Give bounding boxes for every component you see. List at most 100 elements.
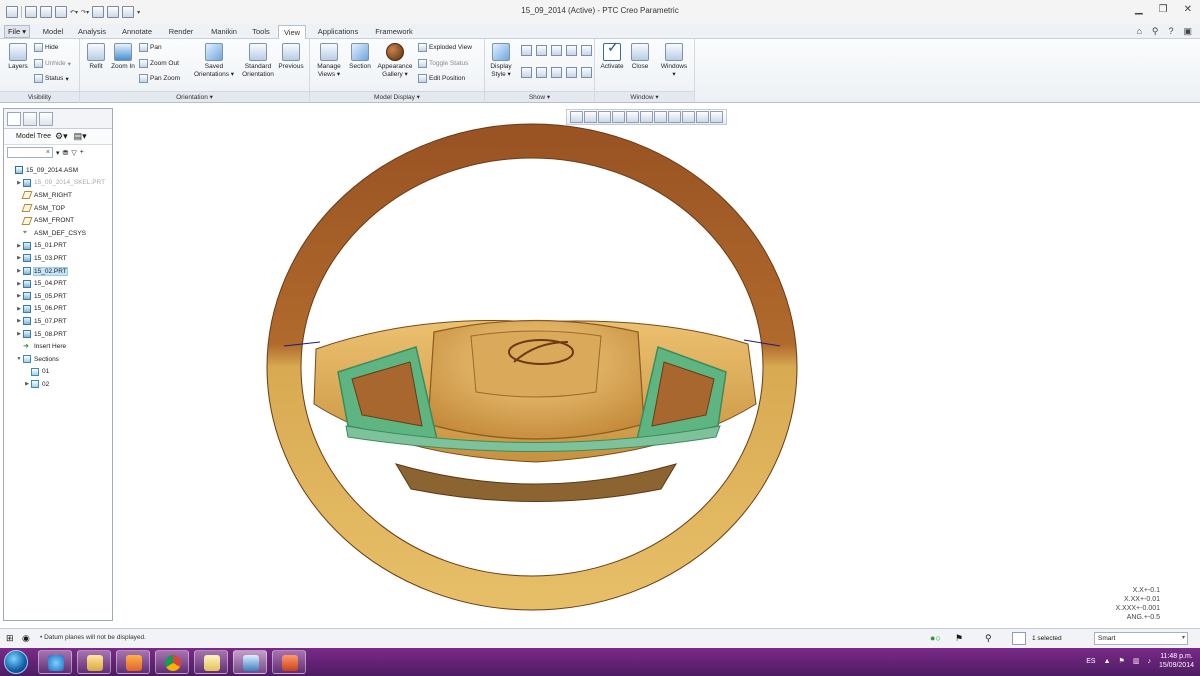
tree-search-input[interactable]: ×: [7, 147, 53, 158]
spin-center-icon[interactable]: [710, 111, 723, 123]
point-tag-icon[interactable]: [551, 67, 562, 78]
layers-button[interactable]: Layers: [5, 43, 31, 71]
selection-filter[interactable]: Smart ▾: [1094, 632, 1188, 645]
regenerate-icon[interactable]: [92, 6, 105, 18]
add-icon[interactable]: +: [80, 149, 84, 156]
tree-item[interactable]: ▶ 15_02.PRT: [4, 265, 112, 278]
exploded-view-button[interactable]: Exploded View: [418, 43, 472, 52]
zoom-out-icon[interactable]: [598, 111, 611, 123]
language-indicator[interactable]: ES: [1086, 658, 1095, 665]
plane-tag-icon[interactable]: [521, 67, 532, 78]
tab-annotate[interactable]: Annotate: [116, 25, 158, 39]
tree-settings-icon[interactable]: ⚙▾: [55, 131, 68, 142]
folder-browser-tab-icon[interactable]: [23, 112, 37, 126]
save-icon[interactable]: [55, 6, 67, 18]
restore-icon[interactable]: ❐: [1159, 4, 1168, 15]
expand-arrow-icon[interactable]: ▶: [15, 281, 23, 287]
expand-arrow-icon[interactable]: ▶: [15, 268, 23, 274]
point-display-icon[interactable]: [551, 45, 562, 56]
open-icon[interactable]: [40, 6, 52, 18]
manage-views-button[interactable]: Manage Views ▾: [314, 43, 344, 79]
tab-manikin[interactable]: Manikin: [204, 25, 244, 39]
display-style-icon[interactable]: [626, 111, 639, 123]
network-icon[interactable]: ▥: [1133, 657, 1140, 665]
refit-icon[interactable]: [570, 111, 583, 123]
tree-item[interactable]: ▼ Sections: [4, 353, 112, 366]
display-style-button[interactable]: Display Style ▾: [487, 43, 515, 79]
tree-item[interactable]: ▶ 15_09_2014_SKEL.PRT: [4, 177, 112, 190]
windows-button[interactable]: Windows ▾: [657, 43, 691, 79]
expand-arrow-icon[interactable]: ▶: [15, 255, 23, 261]
repaint-icon[interactable]: [612, 111, 625, 123]
tree-item[interactable]: ▶ 15_06.PRT: [4, 303, 112, 316]
expand-arrow-icon[interactable]: ▶: [15, 243, 23, 249]
lower-cover[interactable]: [394, 463, 678, 502]
tab-render[interactable]: Render: [162, 25, 200, 39]
tree-item[interactable]: 01: [4, 366, 112, 379]
view-manager-icon[interactable]: [654, 111, 667, 123]
taskbar-powerpoint[interactable]: [272, 650, 306, 674]
zoom-out-button[interactable]: Zoom Out: [139, 59, 179, 68]
close-window-icon[interactable]: [122, 6, 135, 18]
app-icon[interactable]: [6, 6, 18, 18]
tree-item[interactable]: ▶ 15_08.PRT: [4, 328, 112, 341]
refit-button[interactable]: Refit: [84, 43, 108, 71]
tree-item[interactable]: ▶ 15_04.PRT: [4, 277, 112, 290]
tab-model[interactable]: Model: [36, 25, 70, 39]
taskbar-ie[interactable]: [38, 650, 72, 674]
redo-icon[interactable]: ↷▾: [81, 9, 89, 16]
tab-file[interactable]: File ▾: [4, 25, 30, 38]
window-menu-icon[interactable]: ▣: [1183, 26, 1192, 37]
csys-display-icon[interactable]: [566, 45, 577, 56]
expand-arrow-icon[interactable]: ▶: [15, 318, 23, 324]
saved-orientations-button[interactable]: Saved Orientations ▾: [190, 43, 238, 79]
tree-item[interactable]: ▶ 15_07.PRT: [4, 315, 112, 328]
tree-item[interactable]: ASM_TOP: [4, 202, 112, 215]
clock[interactable]: 11:48 p.m. 15/09/2014: [1159, 652, 1194, 670]
close-icon[interactable]: ✕: [1184, 4, 1192, 15]
standard-orientation-button[interactable]: Standard Orientation: [240, 43, 276, 79]
customize-icon[interactable]: ▾: [137, 9, 140, 16]
activate-button[interactable]: Activate: [597, 43, 627, 71]
navigator-toggle-icon[interactable]: ⊞: [6, 633, 14, 644]
windows-icon[interactable]: [107, 6, 120, 18]
pan-button[interactable]: Pan: [139, 43, 162, 52]
taskbar-explorer[interactable]: [77, 650, 111, 674]
dropdown-arrow-icon[interactable]: ▾: [56, 149, 60, 157]
expand-arrow-icon[interactable]: ▶: [23, 381, 31, 387]
tab-applications[interactable]: Applications: [311, 25, 365, 39]
taskbar-files[interactable]: [194, 650, 228, 674]
selection-buffer-icon[interactable]: [1012, 632, 1026, 645]
show-hidden-icons-icon[interactable]: ▲: [1104, 658, 1111, 665]
filter-icon[interactable]: ▽: [71, 149, 76, 157]
annotation-display-icon[interactable]: [696, 111, 709, 123]
expand-arrow-icon[interactable]: ▶: [15, 331, 23, 337]
new-icon[interactable]: [25, 6, 37, 18]
zoom-in-icon[interactable]: [584, 111, 597, 123]
find-icon[interactable]: ⚲: [985, 633, 992, 644]
model-tree-tab-icon[interactable]: [7, 112, 21, 126]
csys-tag-icon[interactable]: [566, 67, 577, 78]
start-button[interactable]: [4, 650, 28, 674]
saved-orientations-icon[interactable]: [640, 111, 653, 123]
tree-item[interactable]: ASM_RIGHT: [4, 189, 112, 202]
expand-arrow-icon[interactable]: ▼: [15, 356, 23, 362]
tab-framework[interactable]: Framework: [368, 25, 420, 39]
taskbar-chrome[interactable]: [155, 650, 189, 674]
appearance-gallery-button[interactable]: Appearance Gallery ▾: [374, 43, 416, 79]
expand-arrow-icon[interactable]: ▶: [15, 180, 23, 186]
help-icon[interactable]: ?: [1168, 26, 1173, 37]
binoculars-icon[interactable]: ⛃: [63, 149, 69, 157]
tab-analysis[interactable]: Analysis: [72, 25, 112, 39]
tree-item[interactable]: ▶ 15_05.PRT: [4, 290, 112, 303]
perspective-icon[interactable]: [668, 111, 681, 123]
zoom-in-button[interactable]: Zoom In: [110, 43, 136, 71]
axis-tag-icon[interactable]: [536, 67, 547, 78]
taskbar-creo[interactable]: [233, 650, 267, 674]
tab-view[interactable]: View: [278, 25, 306, 40]
tree-columns-icon[interactable]: ▤▾: [74, 131, 87, 142]
browser-toggle-icon[interactable]: ◉: [22, 633, 30, 644]
axis-display-icon[interactable]: [536, 45, 547, 56]
favorites-tab-icon[interactable]: [39, 112, 53, 126]
edit-position-button[interactable]: Edit Position: [418, 74, 465, 83]
